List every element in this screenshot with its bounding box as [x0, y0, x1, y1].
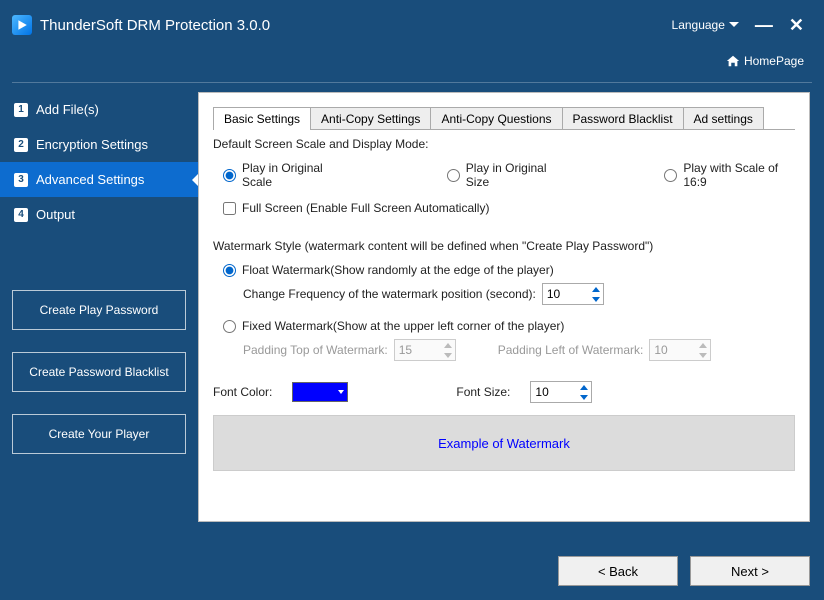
radio-original-scale[interactable]: Play in Original Scale: [223, 161, 347, 189]
font-color-label: Font Color:: [213, 385, 272, 399]
sidebar-step-advanced[interactable]: 3 Advanced Settings: [0, 162, 198, 197]
minimize-button[interactable]: —: [747, 15, 781, 36]
chevron-down-icon: [729, 22, 739, 27]
close-button[interactable]: ✕: [781, 15, 812, 36]
spin-up-icon: [577, 382, 591, 392]
font-size-label: Font Size:: [456, 385, 510, 399]
homepage-link[interactable]: HomePage: [726, 54, 804, 68]
tab-anti-copy-questions[interactable]: Anti-Copy Questions: [430, 107, 562, 130]
checkbox-fullscreen[interactable]: Full Screen (Enable Full Screen Automati…: [223, 201, 795, 215]
step-number: 4: [14, 208, 28, 222]
separator: [12, 82, 812, 83]
step-label: Add File(s): [36, 102, 99, 117]
frequency-row: Change Frequency of the watermark positi…: [243, 283, 795, 305]
tab-ad-settings[interactable]: Ad settings: [683, 107, 764, 130]
spin-down-icon: [577, 392, 591, 402]
sidebar-step-output[interactable]: 4 Output: [0, 197, 198, 232]
step-label: Output: [36, 207, 75, 222]
radio-scale-169[interactable]: Play with Scale of 16:9: [664, 161, 795, 189]
spin-buttons[interactable]: [577, 382, 591, 402]
step-number: 1: [14, 103, 28, 117]
padding-row: Padding Top of Watermark: Padding Left o…: [243, 339, 795, 361]
spin-buttons[interactable]: [589, 284, 603, 304]
radio-original-size[interactable]: Play in Original Size: [447, 161, 565, 189]
frequency-label: Change Frequency of the watermark positi…: [243, 287, 536, 301]
radio-fixed-watermark[interactable]: Fixed Watermark(Show at the upper left c…: [223, 319, 795, 333]
step-number: 2: [14, 138, 28, 152]
create-your-player-button[interactable]: Create Your Player: [12, 414, 186, 454]
create-password-blacklist-button[interactable]: Create Password Blacklist: [12, 352, 186, 392]
back-button[interactable]: < Back: [558, 556, 678, 586]
watermark-preview: Example of Watermark: [213, 415, 795, 471]
home-icon: [726, 54, 740, 68]
main-panel: Basic Settings Anti-Copy Settings Anti-C…: [198, 92, 810, 522]
tabs: Basic Settings Anti-Copy Settings Anti-C…: [213, 107, 763, 130]
app-title: ThunderSoft DRM Protection 3.0.0: [40, 17, 270, 34]
title-bar: ThunderSoft DRM Protection 3.0.0 Languag…: [0, 0, 824, 50]
tab-basic-settings[interactable]: Basic Settings: [213, 107, 311, 130]
font-color-picker[interactable]: [292, 382, 348, 402]
next-button[interactable]: Next >: [690, 556, 810, 586]
tab-password-blacklist[interactable]: Password Blacklist: [562, 107, 684, 130]
spin-up-icon: [589, 284, 603, 294]
sidebar-step-add-files[interactable]: 1 Add File(s): [0, 92, 198, 127]
padding-left-label: Padding Left of Watermark:: [498, 343, 644, 357]
sidebar-step-encryption[interactable]: 2 Encryption Settings: [0, 127, 198, 162]
step-label: Advanced Settings: [36, 172, 144, 187]
step-label: Encryption Settings: [36, 137, 148, 152]
tab-content: Default Screen Scale and Display Mode: P…: [213, 137, 795, 507]
tab-anti-copy-settings[interactable]: Anti-Copy Settings: [310, 107, 431, 130]
watermark-style-label: Watermark Style (watermark content will …: [213, 239, 795, 253]
bottom-nav: < Back Next >: [558, 556, 810, 586]
radio-float-watermark[interactable]: Float Watermark(Show randomly at the edg…: [223, 263, 795, 277]
sidebar: 1 Add File(s) 2 Encryption Settings 3 Ad…: [0, 92, 198, 454]
step-number: 3: [14, 173, 28, 187]
create-play-password-button[interactable]: Create Play Password: [12, 290, 186, 330]
scale-mode-label: Default Screen Scale and Display Mode:: [213, 137, 795, 151]
padding-top-label: Padding Top of Watermark:: [243, 343, 388, 357]
spin-down-icon: [589, 294, 603, 304]
app-logo-icon: [12, 15, 32, 35]
language-selector[interactable]: Language: [672, 18, 739, 32]
